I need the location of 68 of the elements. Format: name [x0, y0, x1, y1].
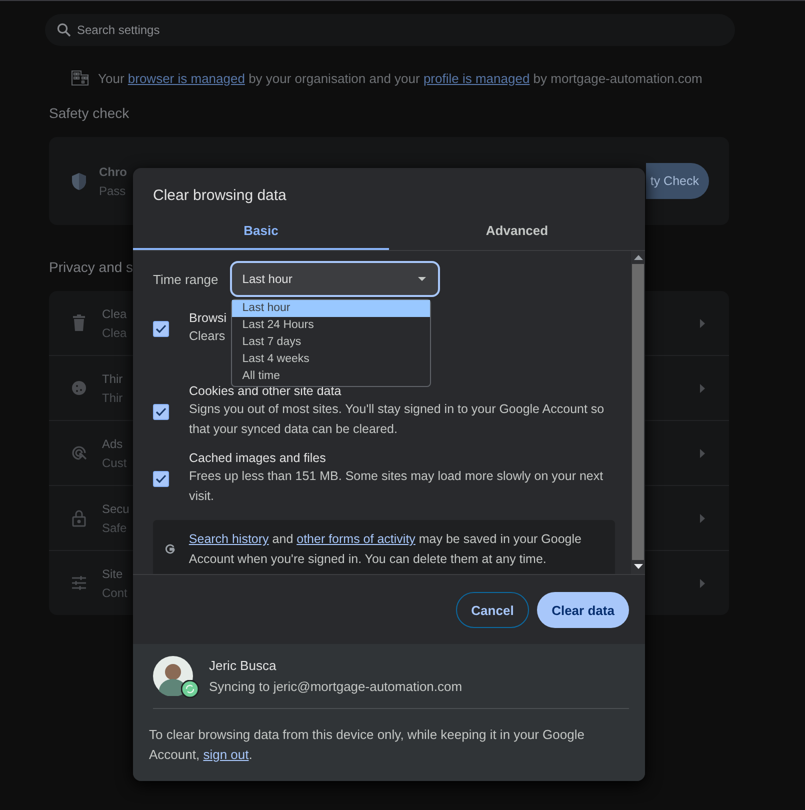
- row-subtitle: Pass: [99, 184, 126, 198]
- building-icon: [71, 70, 89, 86]
- menu-option[interactable]: Last 7 days: [232, 334, 430, 351]
- menu-option[interactable]: Last 24 Hours: [232, 317, 430, 334]
- cancel-button[interactable]: Cancel: [456, 592, 529, 628]
- row-subtitle: Cust: [102, 456, 127, 470]
- row-title: Site: [102, 566, 123, 580]
- row-subtitle: Cont: [102, 586, 128, 600]
- checkmark-icon: [155, 324, 167, 334]
- checkmark-icon: [155, 474, 167, 484]
- managed-notice: Your browser is managed by your organisation and your profile is managed by mortgage-automation.com: [98, 70, 702, 86]
- section-heading: Safety check: [49, 105, 130, 121]
- cookie-icon: [71, 379, 87, 397]
- chevron-right-icon: [699, 448, 705, 458]
- section-heading: Privacy and s: [49, 259, 134, 275]
- scroll-up-icon[interactable]: [634, 255, 642, 260]
- time-range-dropdown[interactable]: Last hour: [230, 261, 440, 297]
- row-subtitle: Thir: [102, 390, 123, 404]
- option-title: Browsi: [189, 311, 227, 325]
- checkbox[interactable]: [153, 404, 169, 420]
- info-text: Search history and other forms of activity may be saved in your Google Account when you're signed in. You can delete them at any time.: [188, 531, 582, 568]
- scrollbar[interactable]: [631, 251, 645, 574]
- option-title: Cookies and other site data: [189, 384, 342, 398]
- chevron-right-icon: [699, 318, 705, 328]
- dialog-title: Clear browsing data: [152, 186, 288, 206]
- sync-badge-icon: [181, 680, 199, 698]
- cursor-icon: [71, 444, 87, 462]
- caret-icon: [418, 277, 426, 281]
- row-subtitle: Clea: [102, 326, 127, 340]
- sliders-icon: [71, 574, 87, 592]
- chevron-right-icon: [699, 578, 705, 588]
- sync-status: Syncing to jeric@mortgage-automation.com: [209, 679, 462, 694]
- row-title: Chro: [99, 164, 127, 178]
- safety-check-button[interactable]: ty Check: [646, 163, 709, 199]
- menu-option[interactable]: Last 4 weeks: [232, 351, 430, 368]
- link[interactable]: browser is managed: [128, 70, 245, 86]
- link[interactable]: other forms of activity: [296, 532, 416, 546]
- shield-icon: [71, 172, 87, 190]
- link[interactable]: Search history: [188, 532, 269, 546]
- chevron-right-icon: [699, 514, 705, 522]
- sign-out-link[interactable]: sign out: [203, 747, 249, 762]
- row-title: Clea: [102, 306, 127, 320]
- account-name: Jeric Busca: [209, 658, 278, 673]
- trash-icon: [71, 314, 87, 332]
- checkbox[interactable]: [153, 320, 169, 336]
- lock-icon: [71, 509, 87, 527]
- search-icon: [57, 23, 71, 37]
- option-description: Signs you out of most sites. You'll stay signed in to your Google Account so that your synced data can be cleared.: [189, 401, 606, 438]
- tab[interactable]: Basic: [133, 214, 389, 250]
- chevron-right-icon: [699, 384, 705, 392]
- field-label: Time range: [153, 272, 218, 286]
- checkbox[interactable]: [153, 470, 169, 486]
- footer-text: To clear browsing data from this device only, while keeping it in your Google Account, sign out.: [149, 726, 586, 764]
- option-description: Clears: [189, 328, 226, 345]
- menu-option[interactable]: All time: [232, 368, 430, 385]
- clear-data-button[interactable]: Clear data: [537, 592, 629, 628]
- row-title: Thir: [102, 372, 123, 386]
- row-subtitle: Safe: [102, 520, 127, 534]
- link[interactable]: profile is managed: [423, 70, 530, 86]
- checkmark-icon: [155, 406, 167, 416]
- option-title: Cached images and files: [189, 451, 326, 465]
- search-field[interactable]: Search settings: [45, 14, 735, 46]
- row-title: Secu: [102, 502, 130, 516]
- row-title: Ads: [102, 436, 123, 450]
- option-description: Frees up less than 151 MB. Some sites may load more slowly on your next visit.: [189, 468, 604, 505]
- tab[interactable]: Advanced: [389, 214, 645, 249]
- scroll-down-icon[interactable]: [634, 564, 642, 569]
- menu-option[interactable]: Last hour: [232, 300, 430, 317]
